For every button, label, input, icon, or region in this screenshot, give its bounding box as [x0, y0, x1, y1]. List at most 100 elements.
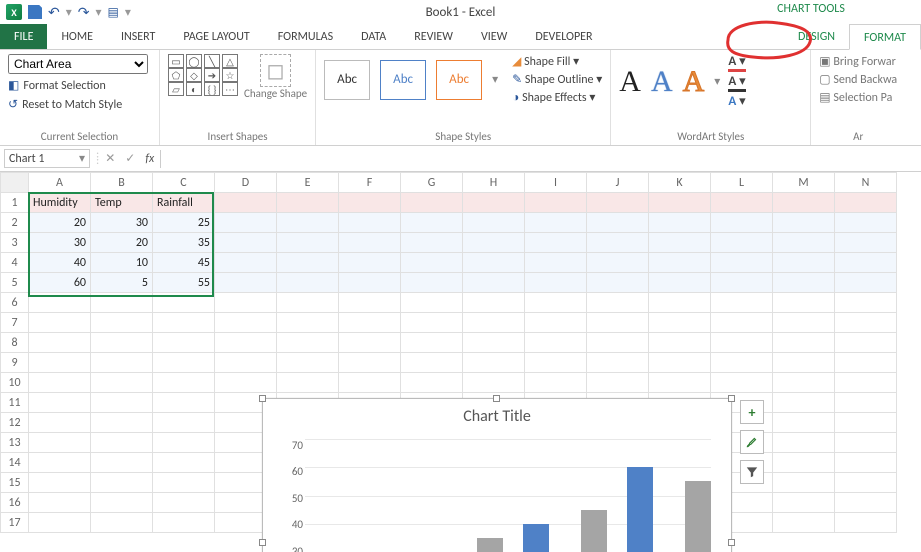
cell[interactable] [587, 233, 649, 253]
cell[interactable] [711, 253, 773, 273]
tab-review[interactable]: REVIEW [400, 24, 467, 49]
cell[interactable] [525, 213, 587, 233]
cell[interactable] [277, 233, 339, 253]
row-header[interactable]: 15 [1, 473, 29, 493]
cell[interactable] [525, 233, 587, 253]
cell[interactable] [215, 253, 277, 273]
cell[interactable] [649, 313, 711, 333]
cell[interactable] [649, 333, 711, 353]
cell[interactable] [835, 453, 897, 473]
cell[interactable] [277, 373, 339, 393]
cell[interactable] [463, 313, 525, 333]
cell[interactable] [215, 273, 277, 293]
bar-humidity[interactable] [523, 524, 549, 552]
col-header[interactable]: L [711, 173, 773, 193]
cell[interactable]: 5 [91, 273, 153, 293]
row-header[interactable]: 3 [1, 233, 29, 253]
cell[interactable] [91, 353, 153, 373]
cell[interactable] [525, 353, 587, 373]
bring-forward-button[interactable]: ▣ Bring Forwar [819, 54, 897, 69]
redo-icon[interactable]: ↷ [78, 4, 90, 21]
cell[interactable] [29, 493, 91, 513]
row-header[interactable]: 14 [1, 453, 29, 473]
cell[interactable] [711, 333, 773, 353]
accept-formula-icon[interactable]: ✓ [125, 151, 135, 166]
cell[interactable] [773, 493, 835, 513]
cell[interactable] [525, 253, 587, 273]
cell[interactable] [773, 273, 835, 293]
col-header[interactable]: H [463, 173, 525, 193]
cell[interactable] [587, 293, 649, 313]
cell[interactable] [649, 193, 711, 213]
tab-format[interactable]: FORMAT [849, 24, 921, 50]
cell[interactable] [587, 253, 649, 273]
cell[interactable] [29, 473, 91, 493]
cell[interactable] [153, 433, 215, 453]
cell[interactable] [339, 273, 401, 293]
cell[interactable] [773, 373, 835, 393]
cell[interactable] [587, 373, 649, 393]
row-header[interactable]: 7 [1, 313, 29, 333]
cell[interactable] [463, 193, 525, 213]
cell[interactable] [649, 373, 711, 393]
cell[interactable] [153, 513, 215, 533]
row-header[interactable]: 9 [1, 353, 29, 373]
cell[interactable] [215, 333, 277, 353]
tab-data[interactable]: DATA [347, 24, 400, 49]
cell[interactable] [835, 413, 897, 433]
cell[interactable]: 30 [91, 213, 153, 233]
cell[interactable] [525, 313, 587, 333]
cell[interactable] [773, 253, 835, 273]
cell[interactable] [711, 193, 773, 213]
tab-file[interactable]: FILE [0, 24, 47, 49]
cell[interactable] [773, 353, 835, 373]
cell[interactable] [835, 253, 897, 273]
cell[interactable] [339, 313, 401, 333]
cell[interactable] [277, 253, 339, 273]
cell[interactable] [649, 353, 711, 373]
cell[interactable] [339, 253, 401, 273]
shape-style-preset-3[interactable]: Abc [436, 60, 482, 100]
bar-humidity[interactable] [627, 467, 653, 552]
cell[interactable] [463, 213, 525, 233]
cell[interactable] [463, 373, 525, 393]
cell[interactable] [463, 293, 525, 313]
cell[interactable]: 40 [29, 253, 91, 273]
cell[interactable] [835, 233, 897, 253]
tab-page-layout[interactable]: PAGE LAYOUT [169, 24, 263, 49]
col-header[interactable]: B [91, 173, 153, 193]
cell[interactable] [649, 293, 711, 313]
cell[interactable] [215, 293, 277, 313]
text-outline-button[interactable]: A ▾ [728, 74, 745, 92]
plot-area[interactable]: 706050403020100 [305, 439, 711, 552]
chart-filters-button[interactable] [740, 460, 764, 484]
cell[interactable] [91, 333, 153, 353]
cell[interactable] [153, 373, 215, 393]
name-box[interactable]: Chart 1▾ [4, 149, 90, 168]
col-header[interactable]: E [277, 173, 339, 193]
cell[interactable] [153, 453, 215, 473]
cell[interactable] [525, 193, 587, 213]
cell[interactable] [401, 253, 463, 273]
cell[interactable] [773, 313, 835, 333]
undo-icon[interactable]: ↶ [48, 4, 60, 21]
cell[interactable] [835, 353, 897, 373]
cell[interactable] [525, 293, 587, 313]
row-header[interactable]: 12 [1, 413, 29, 433]
cell[interactable] [91, 293, 153, 313]
selection-pane-button[interactable]: ▤ Selection Pa [819, 90, 897, 105]
cell[interactable] [277, 273, 339, 293]
cell[interactable] [773, 413, 835, 433]
cell[interactable] [91, 393, 153, 413]
cell[interactable] [463, 353, 525, 373]
cell[interactable] [91, 413, 153, 433]
cell[interactable] [153, 293, 215, 313]
cell[interactable] [587, 313, 649, 333]
cell[interactable] [215, 353, 277, 373]
chart-handle[interactable] [728, 395, 735, 402]
cell[interactable] [277, 293, 339, 313]
cell[interactable] [835, 313, 897, 333]
cell[interactable] [91, 433, 153, 453]
touch-mode-icon[interactable]: ▤ [108, 5, 119, 20]
worksheet-area[interactable]: ABCDEFGHIJKLMN1HumidityTempRainfall22030… [0, 172, 921, 552]
